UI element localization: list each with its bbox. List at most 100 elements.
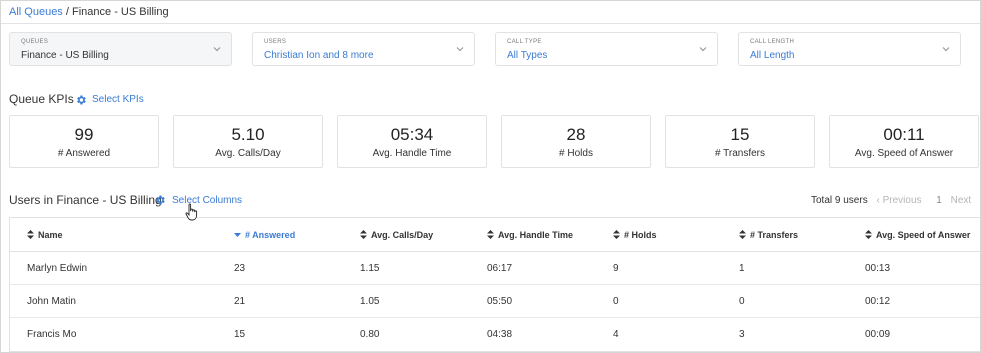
- column-header-avg-speed-of-answer[interactable]: Avg. Speed of Answer: [865, 218, 970, 251]
- kpi-label: # Answered: [57, 148, 111, 159]
- users-dropdown[interactable]: USERS Christian Ion and 8 more: [252, 32, 475, 66]
- cell-answered: 15: [234, 329, 246, 340]
- header-divider: [1, 23, 980, 24]
- gear-icon[interactable]: [75, 94, 87, 106]
- next-page-button[interactable]: Next ›: [950, 195, 980, 206]
- kpi-value: 00:11: [883, 125, 925, 144]
- queues-dropdown[interactable]: QUEUES Finance - US Billing: [9, 32, 232, 66]
- column-header-name[interactable]: Name: [27, 218, 63, 251]
- cell-avg-speed-of-answer: 00:09: [865, 329, 891, 340]
- sort-icon: [487, 230, 494, 239]
- cell-answered: 23: [234, 262, 246, 274]
- cell-transfers: 1: [739, 262, 745, 274]
- kpi-label: # Holds: [559, 148, 593, 159]
- cell-transfers: 3: [739, 329, 745, 340]
- kpi-card-avg-calls-per-day: 5.10 Avg. Calls/Day: [173, 115, 323, 168]
- call-type-dropdown-label: CALL TYPE: [507, 39, 542, 45]
- queues-dropdown-value: Finance - US Billing: [21, 50, 109, 61]
- chevron-down-icon: [213, 47, 221, 52]
- call-type-dropdown[interactable]: CALL TYPE All Types: [495, 32, 718, 66]
- cell-name: Francis Mo: [27, 329, 77, 340]
- chevron-down-icon: [456, 47, 464, 52]
- cell-avg-handle-time: 06:17: [487, 262, 513, 274]
- column-header-label: # Answered: [245, 229, 296, 240]
- queues-dropdown-label: QUEUES: [21, 39, 49, 45]
- cell-holds: 9: [613, 262, 619, 274]
- sort-icon: [613, 230, 620, 239]
- gear-icon[interactable]: [154, 194, 166, 206]
- cell-avg-speed-of-answer: 00:13: [865, 262, 891, 274]
- kpi-label: Avg. Calls/Day: [215, 148, 281, 159]
- kpi-value: 99: [74, 125, 94, 144]
- sort-icon: [27, 230, 34, 239]
- cell-avg-handle-time: 04:38: [487, 329, 513, 340]
- queue-kpis-title: Queue KPIs: [9, 92, 74, 106]
- table-row[interactable]: Marlyn Edwin 23 1.15 06:17 9 1 00:13: [10, 252, 980, 285]
- kpi-value: 5.10: [231, 125, 265, 144]
- sort-descending-icon: [234, 233, 241, 237]
- cell-holds: 0: [613, 295, 619, 307]
- column-header-avg-handle-time[interactable]: Avg. Handle Time: [487, 218, 573, 251]
- previous-page-label: Previous: [882, 195, 922, 206]
- sort-icon: [865, 230, 872, 239]
- call-length-dropdown-label: CALL LENGTH: [750, 39, 795, 45]
- cell-answered: 21: [234, 295, 246, 307]
- table-header-row: Name # Answered Avg. Calls/Day Avg. Hand…: [10, 218, 980, 252]
- column-header-label: Name: [38, 229, 63, 240]
- chevron-down-icon: [699, 47, 707, 52]
- column-header-label: Avg. Speed of Answer: [876, 229, 971, 240]
- sort-icon: [739, 230, 746, 239]
- queue-dashboard: All Queues / Finance - US Billing QUEUES…: [0, 0, 981, 353]
- users-table: Name # Answered Avg. Calls/Day Avg. Hand…: [9, 217, 980, 352]
- cell-avg-calls-per-day: 1.05: [360, 295, 380, 307]
- kpi-card-answered: 99 # Answered: [9, 115, 159, 168]
- pagination: Total 9 users ‹ Previous 1 Next ›: [811, 195, 980, 206]
- column-header-label: Avg. Handle Time: [498, 229, 574, 240]
- kpi-card-avg-speed-of-answer: 00:11 Avg. Speed of Answer: [829, 115, 979, 168]
- chevron-down-icon: [942, 47, 950, 52]
- breadcrumb-all-queues-link[interactable]: All Queues: [9, 6, 63, 18]
- current-page-number[interactable]: 1: [936, 195, 942, 206]
- column-header-answered[interactable]: # Answered: [234, 218, 295, 251]
- kpi-card-holds: 28 # Holds: [501, 115, 651, 168]
- column-header-label: # Transfers: [750, 229, 799, 240]
- next-page-label: Next: [950, 195, 972, 206]
- users-dropdown-label: USERS: [264, 39, 287, 45]
- cell-avg-calls-per-day: 1.15: [360, 262, 380, 274]
- column-header-label: # Holds: [624, 229, 657, 240]
- cell-avg-handle-time: 05:50: [487, 295, 513, 307]
- table-row[interactable]: Francis Mo 15 0.80 04:38 4 3 00:09: [10, 318, 980, 351]
- hand-cursor-icon: [185, 203, 198, 221]
- kpi-value: 15: [730, 125, 750, 144]
- users-section-title: Users in Finance - US Billing: [9, 193, 162, 207]
- kpi-card-transfers: 15 # Transfers: [665, 115, 815, 168]
- cell-avg-calls-per-day: 0.80: [360, 329, 380, 340]
- breadcrumb-separator: /: [65, 6, 69, 18]
- previous-page-button[interactable]: ‹ Previous: [876, 195, 927, 206]
- cell-transfers: 0: [739, 295, 745, 307]
- kpi-card-avg-handle-time: 05:34 Avg. Handle Time: [337, 115, 487, 168]
- users-dropdown-value: Christian Ion and 8 more: [264, 50, 374, 61]
- call-type-dropdown-value: All Types: [507, 50, 548, 61]
- call-length-dropdown[interactable]: CALL LENGTH All Length: [738, 32, 961, 66]
- breadcrumb: All Queues / Finance - US Billing: [9, 6, 169, 18]
- kpi-value: 05:34: [390, 125, 434, 144]
- cell-name: John Matin: [27, 295, 76, 307]
- table-row[interactable]: John Matin 21 1.05 05:50 0 0 00:12: [10, 285, 980, 318]
- call-length-dropdown-value: All Length: [750, 50, 795, 61]
- column-header-label: Avg. Calls/Day: [371, 229, 434, 240]
- cell-name: Marlyn Edwin: [27, 262, 88, 274]
- select-kpis-link[interactable]: Select KPIs: [92, 94, 144, 105]
- column-header-holds[interactable]: # Holds: [613, 218, 657, 251]
- column-header-transfers[interactable]: # Transfers: [739, 218, 798, 251]
- kpi-value: 28: [566, 125, 586, 144]
- cell-avg-speed-of-answer: 00:12: [865, 295, 891, 307]
- breadcrumb-current: Finance - US Billing: [72, 6, 169, 18]
- select-columns-link[interactable]: Select Columns: [172, 195, 242, 206]
- filter-bar: QUEUES Finance - US Billing USERS Christ…: [9, 32, 964, 66]
- total-users-count: Total 9 users: [811, 195, 868, 206]
- kpi-label: Avg. Handle Time: [372, 148, 452, 159]
- column-header-avg-calls-per-day[interactable]: Avg. Calls/Day: [360, 218, 433, 251]
- kpi-label: Avg. Speed of Answer: [854, 148, 954, 159]
- kpi-label: # Transfers: [714, 148, 766, 159]
